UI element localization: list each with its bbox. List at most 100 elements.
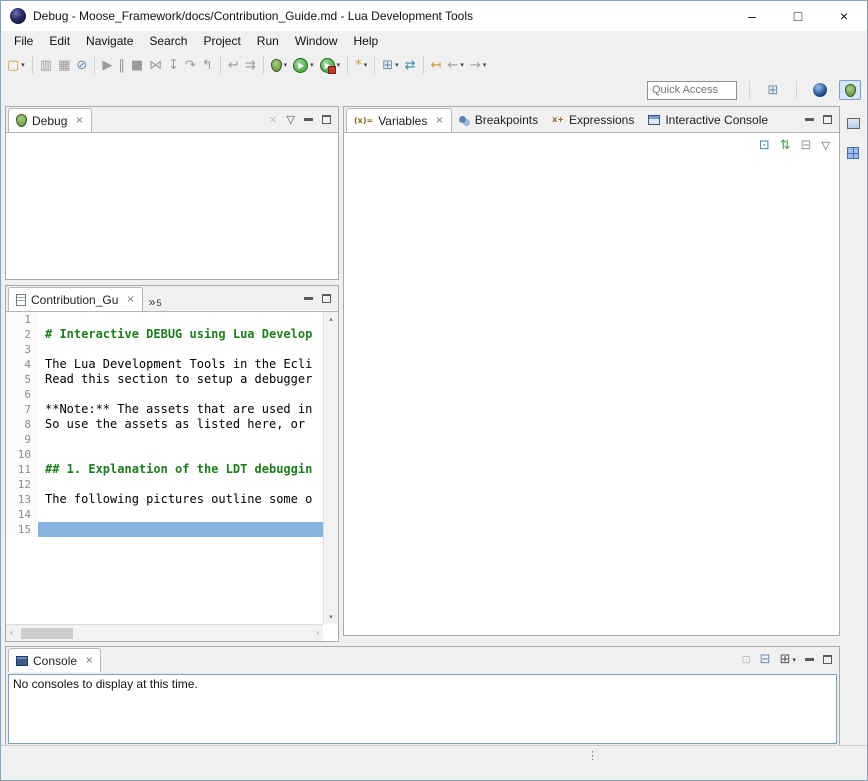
window-minimize-button[interactable]: – — [729, 1, 775, 31]
tab-console[interactable]: Console × — [8, 648, 101, 672]
quick-access-input[interactable] — [647, 81, 737, 100]
window-close-button[interactable]: × — [821, 1, 867, 31]
last-edit-location-button[interactable]: ↤ — [428, 54, 445, 76]
drop-to-frame-button[interactable]: ↩ — [225, 54, 242, 76]
close-icon[interactable]: × — [126, 294, 134, 305]
menu-search[interactable]: Search — [141, 32, 195, 51]
editor-horizontal-scrollbar[interactable]: ‹ › — [6, 624, 323, 641]
maximize-button[interactable] — [823, 115, 832, 124]
console-content[interactable]: No consoles to display at this time. — [8, 674, 837, 744]
new-snippet-button[interactable]: ⊞ ▾ — [379, 54, 401, 76]
terminate-button[interactable]: ■ — [128, 54, 146, 76]
debug-button[interactable]: ▾ — [268, 54, 291, 76]
editor-line[interactable]: 9 — [6, 432, 323, 447]
run-button[interactable]: ▶ ▾ — [290, 54, 317, 76]
perspective-ldt-button[interactable] — [809, 80, 831, 100]
save-button[interactable]: ▥ — [37, 54, 55, 76]
open-perspective-button[interactable]: ⊞ — [762, 80, 784, 100]
menu-window[interactable]: Window — [287, 32, 346, 51]
menu-file[interactable]: File — [6, 32, 41, 51]
editor-line[interactable]: 10 — [6, 447, 323, 462]
editor-vertical-scrollbar[interactable]: ▴ ▾ — [323, 312, 338, 624]
resume-button[interactable]: ▶ — [99, 54, 115, 76]
pin-console-icon[interactable]: ⊡ — [741, 653, 750, 666]
editor-line[interactable]: 1 — [6, 312, 323, 327]
tab-breakpoints[interactable]: Breakpoints — [452, 107, 545, 132]
tab-debug[interactable]: Debug × — [8, 108, 92, 132]
editor-line[interactable]: 12 — [6, 477, 323, 492]
scroll-right-icon[interactable]: › — [316, 629, 319, 637]
editor-line[interactable]: 15 — [6, 522, 323, 537]
sort-variables-icon[interactable]: ⇅ — [780, 139, 791, 152]
scrollbar-thumb[interactable] — [21, 628, 73, 639]
debug-view-content[interactable] — [6, 132, 338, 279]
editor-line[interactable]: 13 The following pictures outline some o — [6, 492, 323, 507]
editor-line[interactable]: 4 The Lua Development Tools in the Ecli — [6, 357, 323, 372]
menu-edit[interactable]: Edit — [41, 32, 78, 51]
view-menu-button[interactable]: ▽ — [822, 139, 830, 152]
hidden-editors-chevron[interactable]: » 5 — [143, 286, 168, 311]
editor-line[interactable]: 6 — [6, 387, 323, 402]
save-all-button[interactable]: ▦ — [55, 54, 73, 76]
minimize-button[interactable] — [805, 658, 814, 661]
perspective-debug-button[interactable] — [839, 80, 861, 100]
minimize-button[interactable] — [304, 297, 313, 300]
disconnect-button[interactable]: ⋈ — [146, 54, 165, 76]
editor-text-area[interactable]: 1 2 # Interactive DEBUG using Lua Develo… — [6, 312, 323, 624]
step-over-button[interactable]: ↷ — [182, 54, 199, 76]
minimize-button[interactable] — [304, 118, 313, 121]
remove-all-terminated-button[interactable]: × — [268, 113, 277, 126]
display-selected-console-icon[interactable]: ⊟ — [760, 653, 771, 666]
new-button[interactable]: ▢ ▾ — [4, 54, 28, 76]
tab-variables-label: Variables — [378, 114, 427, 128]
forward-button[interactable]: → ▾ — [467, 54, 489, 76]
maximize-button[interactable] — [322, 115, 331, 124]
minimize-icon — [304, 297, 313, 300]
restore-view-button[interactable] — [844, 114, 862, 132]
editor-line[interactable]: 14 — [6, 507, 323, 522]
window-maximize-button[interactable]: □ — [775, 1, 821, 31]
menu-navigate[interactable]: Navigate — [78, 32, 141, 51]
close-icon[interactable]: × — [85, 655, 93, 666]
sash-handle[interactable]: ⋮ — [587, 749, 598, 762]
external-tools-button[interactable]: ▶ ▾ — [317, 54, 344, 76]
step-return-button[interactable]: ↰ — [199, 54, 216, 76]
tab-variables[interactable]: (x)= Variables × — [346, 108, 452, 132]
maximize-button[interactable] — [322, 294, 331, 303]
line-text: **Note:** The assets that are used in — [38, 402, 323, 417]
use-step-filters-button[interactable]: ⇉ — [242, 54, 259, 76]
scroll-down-icon[interactable]: ▾ — [329, 613, 333, 621]
tab-expressions[interactable]: x+ Expressions — [545, 107, 641, 132]
toolbar-separator — [347, 56, 348, 74]
maximize-button[interactable] — [823, 655, 832, 664]
tab-contribution-guide[interactable]: Contribution_Gu × — [8, 287, 143, 311]
collapse-all-icon[interactable]: ⊟ — [801, 139, 812, 152]
menu-help[interactable]: Help — [346, 32, 387, 51]
editor-line[interactable]: 5 Read this section to setup a debugger — [6, 372, 323, 387]
editor-line[interactable]: 3 — [6, 342, 323, 357]
open-console-button[interactable]: ⊞ ▾ — [780, 653, 796, 666]
line-number: 15 — [6, 522, 38, 537]
step-into-button[interactable]: ↧ — [165, 54, 182, 76]
back-button[interactable]: ← ▾ — [444, 54, 466, 76]
close-icon[interactable]: × — [435, 115, 443, 126]
close-icon[interactable]: × — [75, 115, 83, 126]
minimized-outline-button[interactable] — [844, 144, 862, 162]
variables-content[interactable] — [344, 158, 839, 635]
editor-line[interactable]: 7 **Note:** The assets that are used in — [6, 402, 323, 417]
skip-all-breakpoints-button[interactable]: ⊘ — [73, 54, 90, 76]
editor-line[interactable]: 8 So use the assets as listed here, or — [6, 417, 323, 432]
suspend-button[interactable]: ‖ — [115, 54, 128, 76]
scroll-up-icon[interactable]: ▴ — [329, 315, 333, 323]
tab-interactive-console[interactable]: Interactive Console — [641, 107, 775, 132]
editor-line[interactable]: 11 ## 1. Explanation of the LDT debuggin — [6, 462, 323, 477]
minimize-button[interactable] — [805, 118, 814, 121]
menu-project[interactable]: Project — [195, 32, 248, 51]
editor-line[interactable]: 2 # Interactive DEBUG using Lua Develop — [6, 327, 323, 342]
menu-run[interactable]: Run — [249, 32, 287, 51]
scroll-left-icon[interactable]: ‹ — [10, 629, 13, 637]
view-menu-button[interactable]: ▽ — [287, 113, 295, 126]
pin-editor-button[interactable]: ⇄ — [402, 54, 419, 76]
wand-button[interactable]: * ▾ — [352, 54, 370, 76]
show-logical-structure-icon[interactable]: ⊡ — [759, 139, 770, 152]
